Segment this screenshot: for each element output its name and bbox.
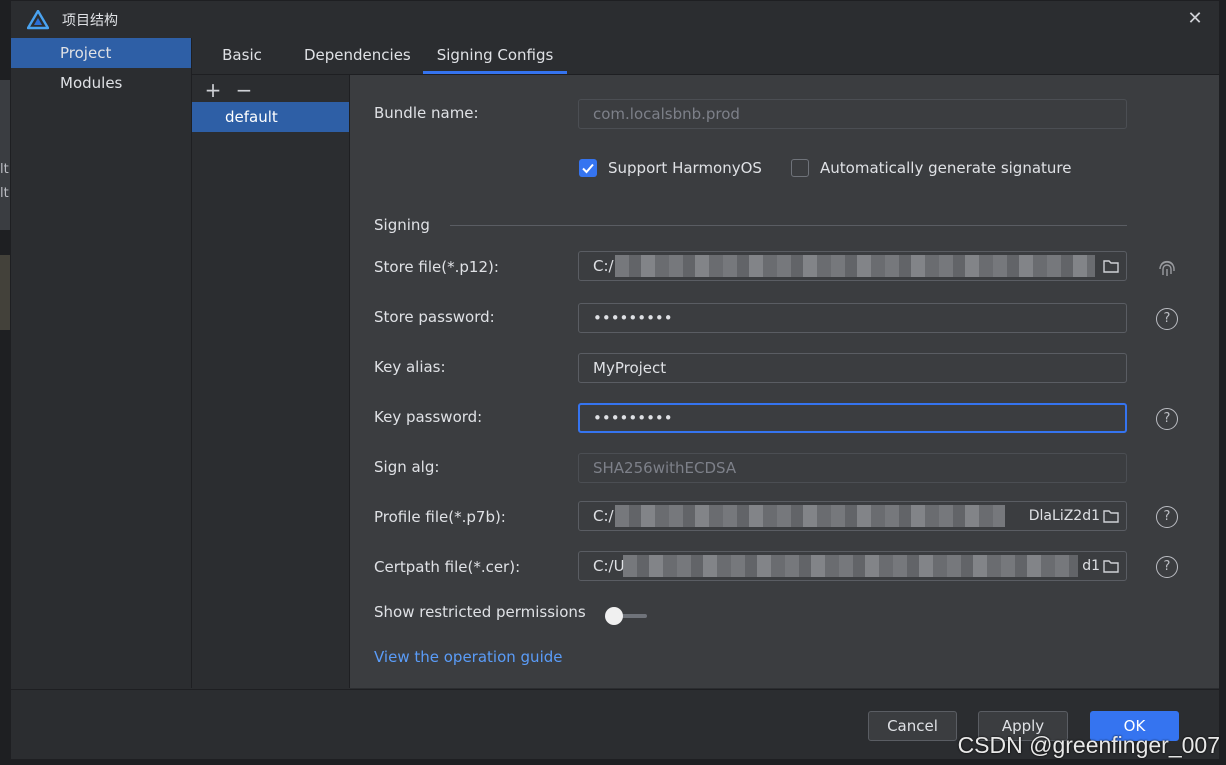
tab-basic-info[interactable]: Basic Info — [206, 38, 278, 98]
profile-file-value: C:/ — [593, 507, 614, 525]
auto-generate-signature-checkbox[interactable] — [791, 159, 809, 177]
folder-icon[interactable] — [1102, 508, 1120, 524]
operation-guide-link[interactable]: View the operation guide — [374, 648, 562, 666]
dialog-title: 项目结构 — [62, 13, 118, 29]
help-icon[interactable]: ? — [1156, 556, 1178, 578]
store-file-label: Store file(*.p12): — [374, 258, 499, 276]
tab-signing-configs[interactable]: Signing Configs — [423, 38, 567, 74]
folder-icon[interactable] — [1102, 258, 1120, 274]
background-text: lt — [0, 162, 9, 177]
dialog-titlebar: 项目结构 ✕ — [11, 1, 1219, 38]
background-panel-highlight — [0, 255, 10, 330]
certpath-file-tail: d1 — [1082, 558, 1100, 574]
certpath-file-label: Certpath file(*.cer): — [374, 558, 521, 576]
redacted-text — [623, 555, 1078, 577]
sidebar-item-project[interactable]: Project — [11, 38, 191, 68]
project-structure-dialog: 项目结构 ✕ Project Modules Basic Info Depend… — [10, 0, 1220, 759]
restricted-permissions-toggle[interactable] — [605, 607, 649, 625]
background-text: lt — [0, 186, 9, 201]
store-password-label: Store password: — [374, 308, 495, 326]
support-harmonyos-label: Support HarmonyOS — [608, 159, 762, 177]
help-icon[interactable]: ? — [1156, 506, 1178, 528]
sidebar-item-modules[interactable]: Modules — [11, 68, 191, 98]
restricted-permissions-label: Show restricted permissions — [374, 603, 586, 621]
redacted-text — [615, 255, 1095, 277]
profile-file-tail: DlaLiZ2d1 — [1028, 508, 1100, 524]
add-config-button[interactable]: + — [202, 79, 224, 101]
bundle-name-field: com.localsbnb.prod — [578, 99, 1127, 129]
config-item-default[interactable]: default — [192, 102, 349, 132]
fingerprint-icon[interactable] — [1156, 257, 1178, 279]
key-password-label: Key password: — [374, 408, 483, 426]
watermark: CSDN @greenfinger_007 — [957, 732, 1220, 758]
certpath-file-value: C:/U — [593, 557, 625, 575]
store-file-field[interactable]: C:/ — [578, 251, 1127, 281]
remove-config-button[interactable]: − — [233, 79, 255, 101]
section-divider — [450, 225, 1127, 226]
support-harmonyos-checkbox[interactable] — [579, 159, 597, 177]
auto-generate-signature-label: Automatically generate signature — [820, 159, 1072, 177]
sign-alg-field: SHA256withECDSA — [578, 453, 1127, 483]
close-button[interactable]: ✕ — [1185, 9, 1205, 29]
help-icon[interactable]: ? — [1156, 308, 1178, 330]
certpath-file-field[interactable]: C:/U d1 — [578, 551, 1127, 581]
toggle-knob — [605, 607, 623, 625]
bundle-name-label: Bundle name: — [374, 104, 479, 122]
tab-bar: Basic Info Dependencies Signing Configs — [192, 38, 1219, 98]
key-alias-label: Key alias: — [374, 358, 446, 376]
redacted-text — [615, 505, 1005, 527]
help-icon[interactable]: ? — [1156, 408, 1178, 430]
background-panel — [0, 80, 10, 230]
sidebar-nav: Project Modules — [11, 38, 192, 688]
sign-alg-label: Sign alg: — [374, 458, 440, 476]
signing-section-title: Signing — [374, 216, 430, 234]
app-logo-icon — [27, 10, 49, 30]
signing-form: Bundle name: com.localsbnb.prod Support … — [350, 75, 1219, 688]
profile-file-label: Profile file(*.p7b): — [374, 508, 506, 526]
key-alias-field[interactable]: MyProject — [578, 353, 1127, 383]
checkmark-icon — [582, 163, 594, 174]
cancel-button[interactable]: Cancel — [868, 711, 957, 741]
signing-config-list: + − default — [192, 75, 350, 688]
folder-icon[interactable] — [1102, 558, 1120, 574]
key-password-field[interactable]: ••••••••• — [578, 403, 1127, 433]
store-password-field[interactable]: ••••••••• — [578, 303, 1127, 333]
store-file-value: C:/ — [593, 257, 614, 275]
tab-dependencies[interactable]: Dependencies — [304, 38, 411, 74]
profile-file-field[interactable]: C:/ DlaLiZ2d1 — [578, 501, 1127, 531]
